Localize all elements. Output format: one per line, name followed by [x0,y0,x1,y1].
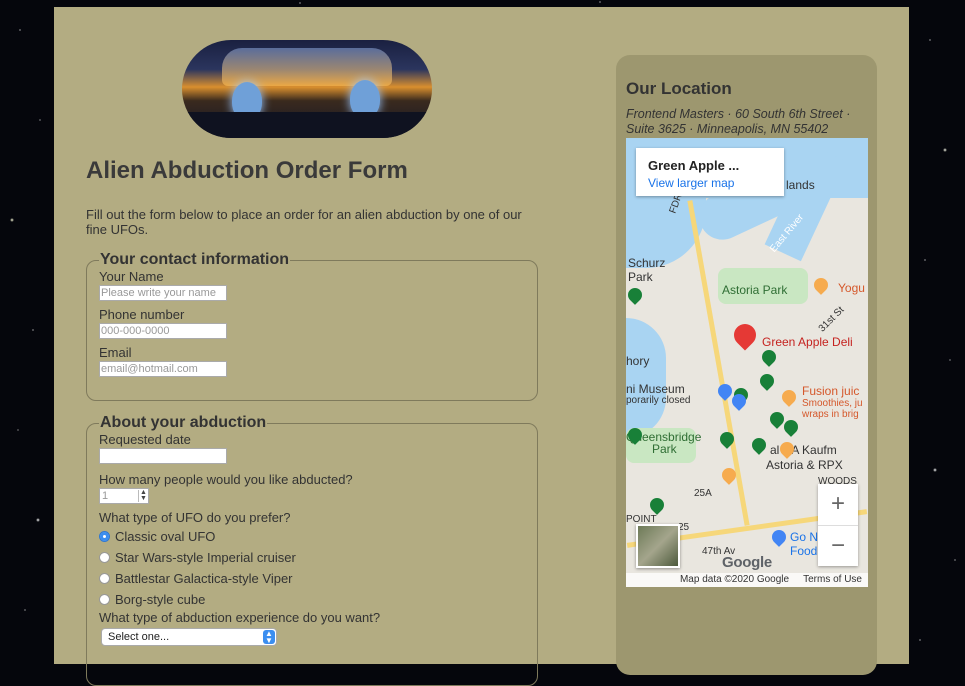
experience-select[interactable]: Select one... ▲ ▼ [101,628,277,646]
map-footer: Map data ©2020 Google Terms of Use [626,573,868,587]
contact-info-legend: Your contact information [100,251,290,268]
park-pin-icon[interactable] [759,347,779,367]
contact-info-fieldset: Your contact information Your Name Phone… [86,251,538,401]
map-label-smoothies: Smoothies, ju [802,398,863,409]
hero-image-aliens-in-car [182,40,432,138]
radio-unselected-icon[interactable] [99,552,110,563]
map-water [626,318,666,438]
satellite-toggle-thumbnail[interactable] [636,524,680,568]
location-title: Our Location [626,79,732,98]
map-road [687,200,750,526]
location-address: Frontend Masters · 60 South 6th Street ·… [626,107,851,136]
map-label-schurz: Schurz [628,256,666,270]
park-pin-icon[interactable] [757,371,777,391]
people-count-label: How many people would you like abducted? [99,472,353,487]
abduction-fieldset: About your abduction Requested date How … [86,414,538,686]
zoom-out-button[interactable]: − [818,525,858,567]
view-larger-map-link[interactable]: View larger map [648,176,734,190]
map-label-astoria-rpx: Astoria & RPX [766,458,843,472]
page-container: Alien Abduction Order Form Fill out the … [54,7,909,686]
map-label-wraps: wraps in brig [802,409,859,420]
map-label-food: Food [790,544,818,558]
shopping-pin-icon[interactable] [769,527,789,547]
name-input[interactable] [99,285,227,301]
restaurant-pin-icon[interactable] [811,275,831,295]
map-place-name: Green Apple ... [648,158,740,173]
map-label-hory: hory [626,354,650,368]
date-input[interactable] [99,448,227,464]
map-label-fusion: Fusion juic [802,384,860,398]
map-marker-icon[interactable] [729,319,761,351]
park-pin-icon[interactable] [647,495,667,515]
experience-label: What type of abduction experience do you… [99,610,381,625]
map-label-astoria-park: Astoria Park [722,283,788,297]
map-label-lands: lands [786,178,815,192]
ufo-option-viper[interactable]: Battlestar Galactica-style Viper [99,568,537,589]
ufo-type-label: What type of UFO do you prefer? [99,510,291,525]
radio-label: Battlestar Galactica-style Viper [115,571,293,586]
location-sidebar: Our Location Frontend Masters · 60 South… [616,55,877,675]
radio-unselected-icon[interactable] [99,594,110,605]
restaurant-pin-icon[interactable] [779,387,799,407]
map-label-closed: porarily closed [626,395,691,406]
name-label: Your Name [99,269,164,284]
select-arrows-icon: ▲ ▼ [263,630,275,645]
map-label-green-apple: Green Apple Deli [762,335,853,349]
radio-unselected-icon[interactable] [99,573,110,584]
ufo-option-imperial-cruiser[interactable]: Star Wars-style Imperial cruiser [99,547,537,568]
ufo-option-classic-oval[interactable]: Classic oval UFO [99,526,537,547]
google-logo: Google [722,554,772,571]
page-title: Alien Abduction Order Form [86,157,408,184]
email-label: Email [99,345,132,360]
abduction-legend: About your abduction [100,414,267,431]
park-pin-icon[interactable] [749,435,769,455]
embedded-map[interactable]: FDR East River lands Schurz Park Astoria… [626,138,868,587]
map-label-25a: 25A [694,488,712,499]
zoom-in-button[interactable]: + [818,484,858,525]
intro-text: Fill out the form below to place an orde… [86,207,522,237]
map-info-card: Green Apple ... View larger map [636,148,784,196]
people-count-stepper[interactable]: 1 ▲ ▼ [99,488,149,504]
date-label: Requested date [99,432,191,447]
map-zoom-controls: + − [818,484,858,566]
radio-label: Borg-style cube [115,592,206,607]
ufo-option-borg-cube[interactable]: Borg-style cube [99,589,537,610]
map-label-park: Park [628,270,653,284]
stepper-arrows-icon[interactable]: ▲ ▼ [138,489,148,502]
phone-label: Phone number [99,307,185,322]
radio-label: Star Wars-style Imperial cruiser [115,550,296,565]
car-dashboard [182,112,432,138]
radio-selected-icon[interactable] [99,531,110,542]
park-pin-icon[interactable] [626,285,645,305]
radio-label: Classic oval UFO [115,529,216,544]
map-label-museum: ni Museum [626,382,685,396]
experience-selected-value: Select one... [108,631,170,643]
people-count-value: 1 [102,490,109,502]
map-label-yogu: Yogu [838,281,865,295]
terms-of-use-link[interactable]: Terms of Use [803,573,862,587]
map-label-31st-st: 31st St [816,304,847,335]
map-data-credit: Map data ©2020 Google [679,574,790,585]
email-input[interactable] [99,361,227,377]
phone-input[interactable] [99,323,227,339]
map-label-queensbridge-park: Park [652,442,677,456]
